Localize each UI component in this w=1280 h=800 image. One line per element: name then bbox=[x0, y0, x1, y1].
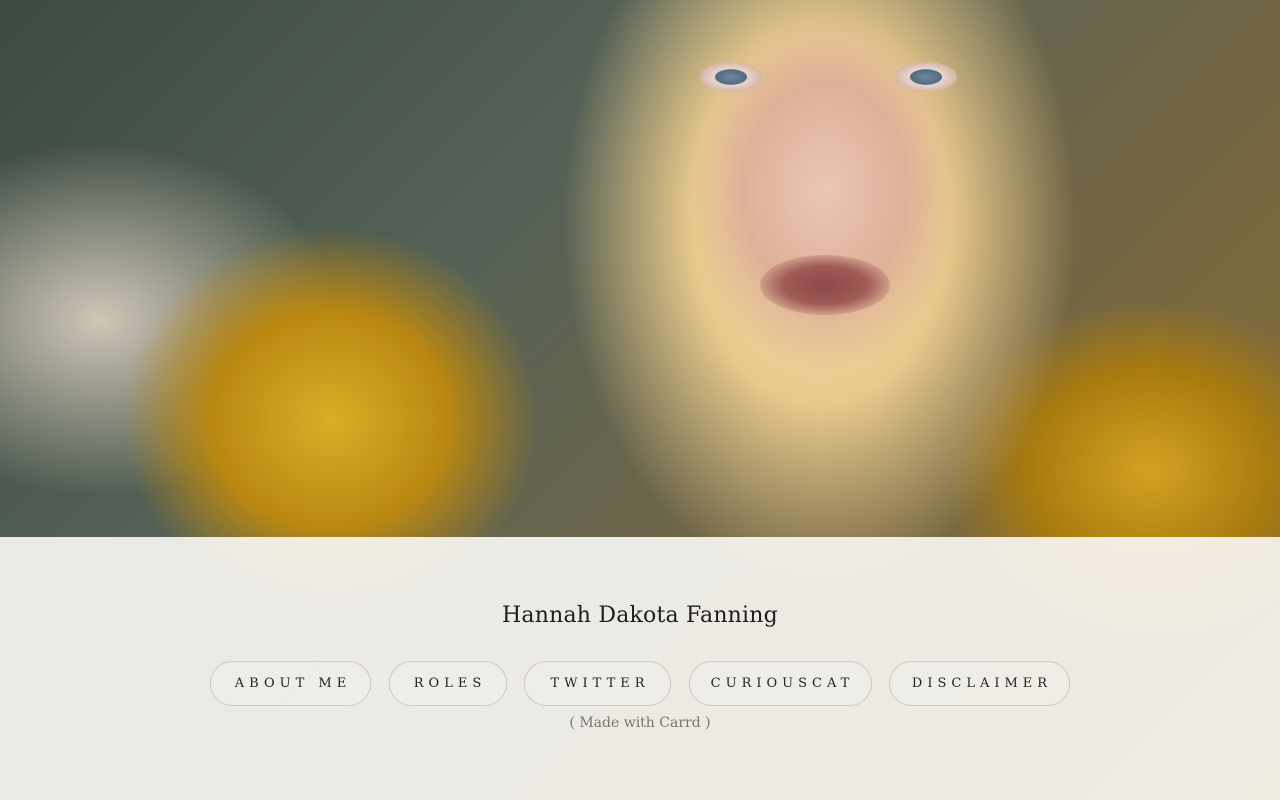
about-me-button[interactable]: ABOUT ME bbox=[210, 661, 371, 706]
made-with-credit: ( Made with Carrd ) bbox=[0, 715, 1280, 731]
roles-button[interactable]: ROLES bbox=[388, 661, 507, 706]
disclaimer-button[interactable]: DISCLAIMER bbox=[889, 661, 1070, 706]
photo-detail-mouth bbox=[760, 255, 890, 315]
twitter-button[interactable]: TWITTER bbox=[524, 661, 671, 706]
page: Hannah Dakota Fanning ABOUT ME ROLES TWI… bbox=[0, 0, 1280, 800]
curiouscat-button[interactable]: CURIOUSCAT bbox=[688, 661, 872, 706]
credit-close-paren: ) bbox=[700, 715, 711, 731]
page-title: Hannah Dakota Fanning bbox=[502, 603, 778, 628]
photo-detail-right-eye bbox=[895, 62, 957, 92]
credit-open-paren: ( bbox=[569, 715, 580, 731]
link-buttons: ABOUT ME ROLES TWITTER CURIOUSCAT DISCLA… bbox=[210, 661, 1070, 706]
photo-detail-left-eye bbox=[700, 62, 762, 92]
made-with-carrd-link[interactable]: Made with Carrd bbox=[579, 715, 700, 731]
